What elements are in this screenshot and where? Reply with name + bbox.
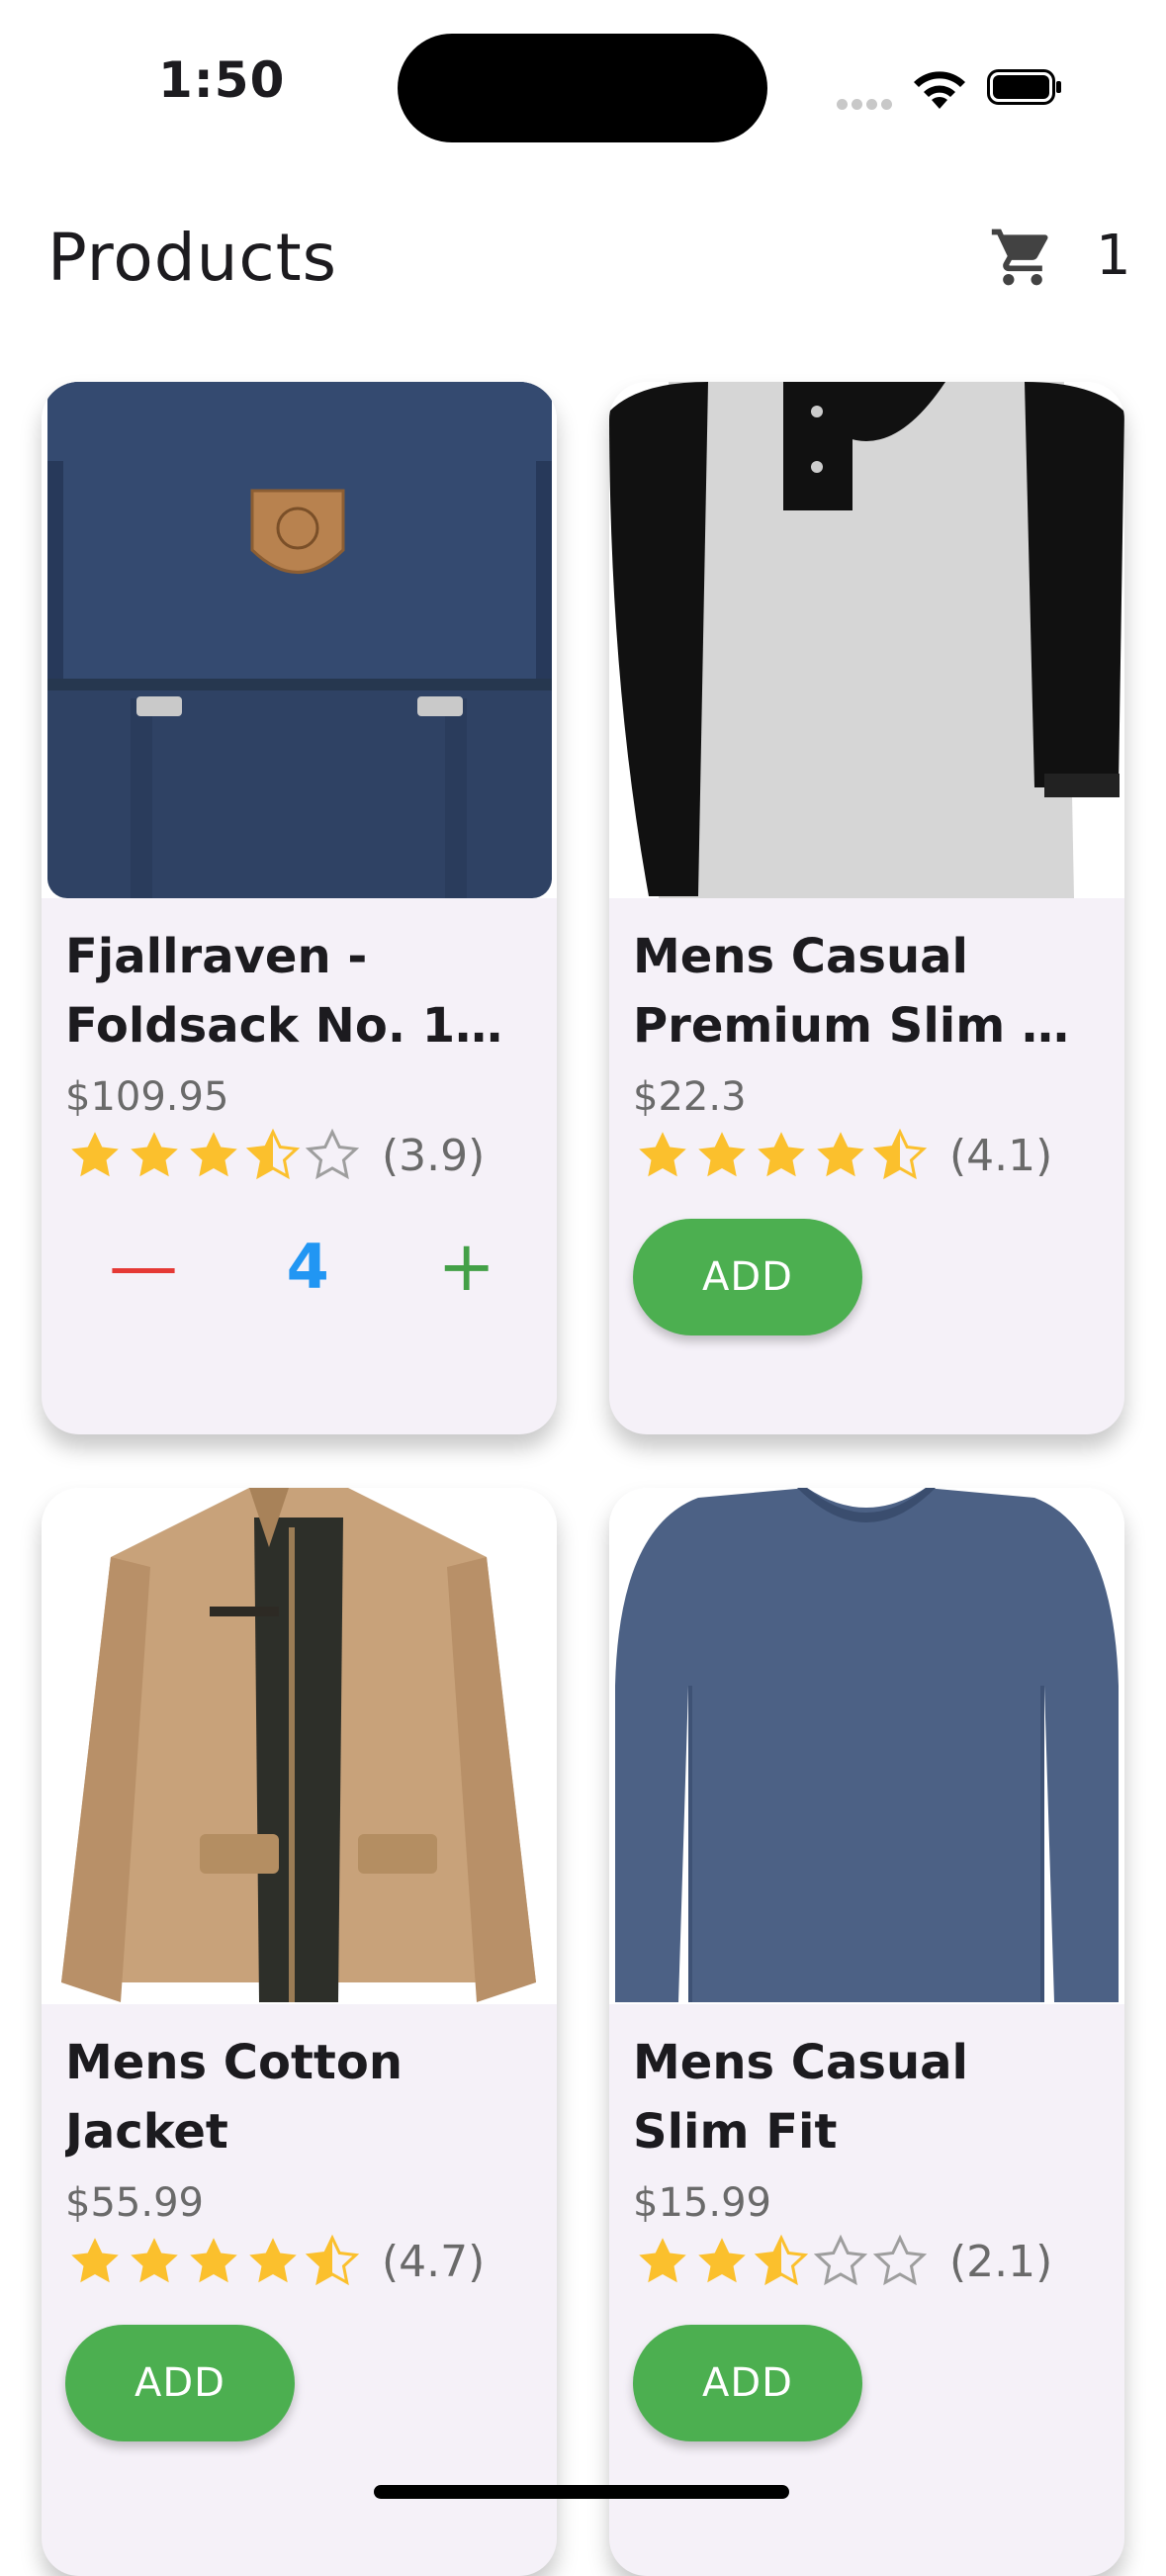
add-to-cart-button[interactable]: ADD	[633, 2325, 862, 2441]
product-rating: (2.1)	[633, 2230, 1101, 2293]
star-outline-icon	[813, 2234, 868, 2286]
star-icon	[190, 1132, 237, 1177]
star-half-icon	[305, 2234, 360, 2286]
product-rating: (4.1)	[633, 1124, 1101, 1187]
product-card[interactable]: Mens Casual Slim Fit $15.99 (2.1) ADD	[609, 1488, 1124, 2576]
dynamic-island	[398, 34, 767, 142]
star-half-icon	[754, 2234, 809, 2286]
rating-value: (2.1)	[949, 2236, 1053, 2287]
star-icon	[131, 2238, 178, 2283]
star-icon	[190, 2238, 237, 2283]
battery-icon	[987, 69, 1061, 105]
star-icon	[639, 1132, 686, 1177]
quantity-value: 4	[286, 1230, 329, 1303]
add-to-cart-button[interactable]: ADD	[65, 2325, 295, 2441]
shopping-cart-icon[interactable]	[989, 224, 1056, 291]
product-price: $109.95	[65, 1074, 229, 1120]
star-half-icon	[245, 1128, 301, 1180]
page-title: Products	[47, 220, 337, 296]
product-price: $15.99	[633, 2180, 771, 2226]
product-image-backpack	[42, 382, 557, 898]
star-rating	[633, 1126, 930, 1185]
star-icon	[131, 1132, 178, 1177]
cellular-signal-icon	[837, 95, 896, 114]
product-name: Mens Casual Slim Fit	[633, 2035, 968, 2160]
star-icon	[758, 1132, 805, 1177]
star-rating	[65, 2232, 362, 2291]
quantity-stepper: — 4 +	[65, 1217, 533, 1316]
star-icon	[639, 2238, 686, 2283]
cart-count-badge: 1	[1096, 224, 1131, 288]
product-card[interactable]: Mens Cotton Jacket $55.99 (4.7) ADD	[42, 1488, 557, 2576]
star-outline-icon	[305, 1128, 360, 1180]
product-card[interactable]: Fjallraven - Foldsack No. 1 Backpack $10…	[42, 382, 557, 1434]
decrease-quantity-button[interactable]: —	[109, 1226, 178, 1307]
product-name: Fjallraven - Foldsack No. 1 Backpack	[65, 929, 456, 1054]
status-time: 1:50	[158, 51, 286, 109]
product-image-long-sleeve	[609, 1488, 1124, 2004]
star-half-icon	[872, 1128, 928, 1180]
star-icon	[817, 1132, 864, 1177]
rating-value: (3.9)	[382, 1130, 486, 1181]
rating-value: (4.1)	[949, 1130, 1053, 1181]
star-icon	[249, 2238, 297, 2283]
star-outline-icon	[872, 2234, 928, 2286]
star-rating	[633, 2232, 930, 2291]
product-name: Mens Casual Premium Slim Fit T-Shirts	[633, 929, 1094, 1054]
increase-quantity-button[interactable]: +	[437, 1226, 495, 1307]
star-icon	[71, 2238, 119, 2283]
star-icon	[698, 1132, 746, 1177]
wifi-icon	[914, 71, 965, 109]
star-icon	[698, 2238, 746, 2283]
product-rating: (4.7)	[65, 2230, 533, 2293]
product-price: $55.99	[65, 2180, 204, 2226]
star-rating	[65, 1126, 362, 1185]
star-icon	[71, 1132, 119, 1177]
add-to-cart-button[interactable]: ADD	[633, 1219, 862, 1335]
product-price: $22.3	[633, 1074, 747, 1120]
product-image-henley	[609, 382, 1124, 898]
product-rating: (3.9)	[65, 1124, 533, 1187]
product-image-jacket	[42, 1488, 557, 2004]
product-card[interactable]: Mens Casual Premium Slim Fit T-Shirts $2…	[609, 382, 1124, 1434]
rating-value: (4.7)	[382, 2236, 486, 2287]
product-name: Mens Cotton Jacket	[65, 2035, 404, 2160]
home-indicator[interactable]	[374, 2485, 789, 2499]
